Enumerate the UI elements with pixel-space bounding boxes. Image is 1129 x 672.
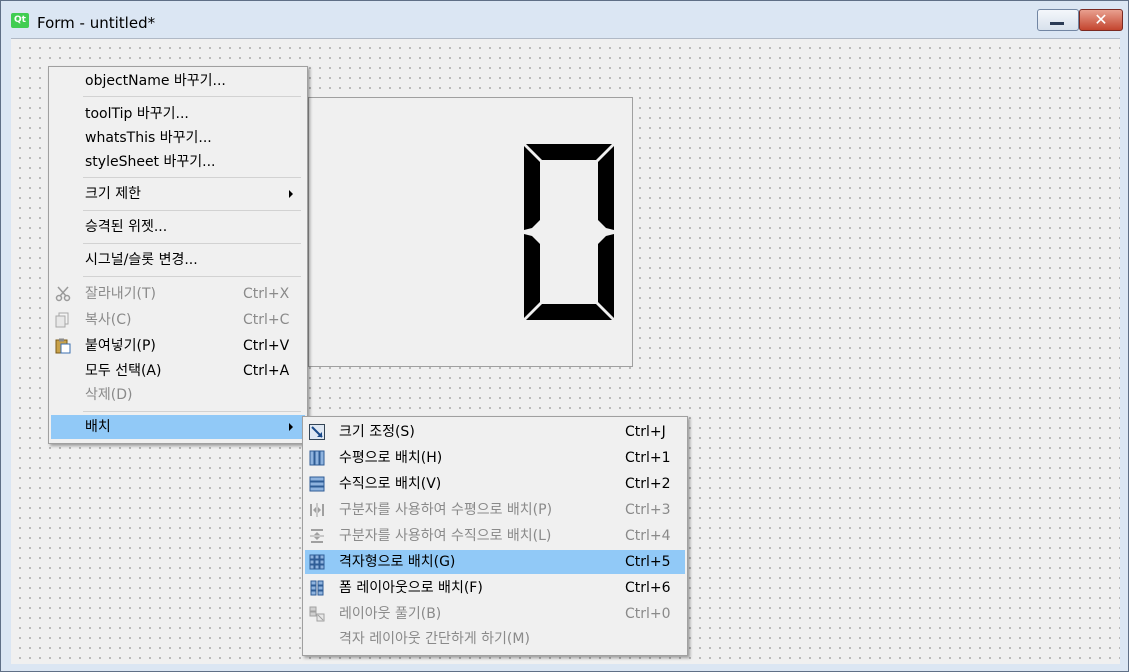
menu-item-size-constraints[interactable]: 크기 제한 [51,182,305,206]
menu-item-paste[interactable]: 붙여넣기(P) Ctrl+V [51,334,305,358]
lcd-segment-upper-right [598,146,614,230]
lcd-number-widget[interactable] [308,97,633,367]
copy-icon [55,312,69,328]
submenu-item-adjust-size[interactable]: 크기 조정(S) Ctrl+J [305,420,685,444]
submenu-item-label: 수직으로 배치(V) [339,476,442,492]
menu-separator [83,243,301,244]
submenu-item-shortcut: Ctrl+2 [625,476,671,492]
submenu-item-label: 격자 레이아웃 간단하게 하기(M) [339,631,530,647]
submenu-item-layout-vertical[interactable]: 수직으로 배치(V) Ctrl+2 [305,472,685,496]
layout-submenu: 크기 조정(S) Ctrl+J 수평으로 배치(H) Ctrl+1 수직으로 배… [302,416,688,656]
menu-item-change-whatsthis[interactable]: whatsThis 바꾸기... [51,126,305,150]
menu-item-promoted-widgets[interactable]: 승격된 위젯... [51,215,305,239]
menu-separator [83,177,301,178]
submenu-arrow-icon [289,423,293,431]
submenu-item-label: 크기 조정(S) [339,424,415,440]
horizontal-splitter-icon [310,503,324,517]
menu-item-label: 붙여넣기(P) [85,338,156,354]
menu-item-label: 잘라내기(T) [85,286,156,302]
menu-item-select-all[interactable]: 모두 선택(A) Ctrl+A [51,359,305,383]
menu-item-label: 모두 선택(A) [85,363,162,379]
submenu-item-shortcut: Ctrl+3 [625,502,671,518]
submenu-item-break-layout[interactable]: 레이아웃 풀기(B) Ctrl+0 [305,602,685,626]
menu-item-shortcut: Ctrl+V [243,338,290,354]
submenu-item-shortcut: Ctrl+6 [625,580,671,596]
context-menu: objectName 바꾸기... toolTip 바꾸기... whatsTh… [48,66,308,444]
submenu-item-label: 폼 레이아웃으로 배치(F) [339,580,483,596]
menu-item-label: 크기 제한 [85,186,141,202]
break-layout-icon [309,606,325,622]
minimize-icon [1050,22,1064,25]
menu-item-change-stylesheet[interactable]: styleSheet 바꾸기... [51,150,305,174]
menu-item-label: 삭제(D) [85,387,133,403]
menu-item-layout[interactable]: 배치 [51,415,305,439]
menu-item-shortcut: Ctrl+C [243,312,290,328]
menu-item-label: objectName 바꾸기... [85,73,226,89]
menu-item-label: 복사(C) [85,312,132,328]
menu-item-label: toolTip 바꾸기... [85,106,189,122]
submenu-item-layout-form[interactable]: 폼 레이아웃으로 배치(F) Ctrl+6 [305,576,685,600]
menu-item-label: 배치 [85,419,111,435]
submenu-item-simplify-grid[interactable]: 격자 레이아웃 간단하게 하기(M) [305,627,685,651]
submenu-item-splitter-vertical[interactable]: 구분자를 사용하여 수직으로 배치(L) Ctrl+4 [305,524,685,548]
menu-separator [83,411,301,412]
close-button[interactable]: ✕ [1079,9,1123,31]
title-bar[interactable]: Qt Form - untitled* ✕ [1,1,1128,37]
submenu-item-splitter-horizontal[interactable]: 구분자를 사용하여 수평으로 배치(P) Ctrl+3 [305,498,685,522]
lcd-segment-lower-left [524,234,540,318]
lcd-segment-bottom [526,304,612,320]
menu-item-change-objectname[interactable]: objectName 바꾸기... [51,69,305,93]
submenu-item-layout-horizontal[interactable]: 수평으로 배치(H) Ctrl+1 [305,446,685,470]
menu-item-delete[interactable]: 삭제(D) [51,383,305,407]
form-layout-icon [310,580,324,596]
paste-icon [55,338,71,354]
lcd-segment-upper-left [524,146,540,230]
lcd-segment-top [526,144,612,160]
submenu-item-shortcut: Ctrl+J [625,424,666,440]
menu-item-signals-slots[interactable]: 시그널/슬롯 변경... [51,248,305,272]
submenu-item-shortcut: Ctrl+0 [625,606,671,622]
minimize-button[interactable] [1037,9,1079,31]
submenu-item-shortcut: Ctrl+5 [625,554,671,570]
menu-item-change-tooltip[interactable]: toolTip 바꾸기... [51,102,305,126]
vertical-layout-icon [309,476,325,492]
menu-item-shortcut: Ctrl+X [243,286,290,302]
horizontal-layout-icon [309,450,325,466]
submenu-item-label: 수평으로 배치(H) [339,450,443,466]
submenu-item-shortcut: Ctrl+1 [625,450,671,466]
menu-separator [83,276,301,277]
adjust-size-icon [309,424,325,440]
submenu-item-label: 격자형으로 배치(G) [339,554,456,570]
submenu-item-shortcut: Ctrl+4 [625,528,671,544]
menu-item-label: 승격된 위젯... [85,219,168,235]
menu-item-label: whatsThis 바꾸기... [85,130,212,146]
vertical-splitter-icon [310,529,324,543]
menu-item-copy[interactable]: 복사(C) Ctrl+C [51,308,305,332]
submenu-item-layout-grid[interactable]: 격자형으로 배치(G) Ctrl+5 [305,550,685,574]
menu-separator [83,210,301,211]
window-title: Form - untitled* [37,14,156,32]
submenu-arrow-icon [289,190,293,198]
submenu-item-label: 구분자를 사용하여 수직으로 배치(L) [339,528,552,544]
lcd-segment-lower-right [598,234,614,318]
submenu-item-label: 레이아웃 풀기(B) [339,606,442,622]
qt-logo-icon: Qt [11,13,29,28]
menu-item-label: 시그널/슬롯 변경... [85,252,198,268]
menu-item-cut[interactable]: 잘라내기(T) Ctrl+X [51,282,305,306]
menu-item-label: styleSheet 바꾸기... [85,154,216,170]
lcd-digit-display [524,144,614,320]
scissors-icon [55,286,71,302]
menu-separator [83,96,301,97]
menu-item-shortcut: Ctrl+A [243,363,290,379]
submenu-item-label: 구분자를 사용하여 수평으로 배치(P) [339,502,553,518]
grid-layout-icon [309,554,325,570]
